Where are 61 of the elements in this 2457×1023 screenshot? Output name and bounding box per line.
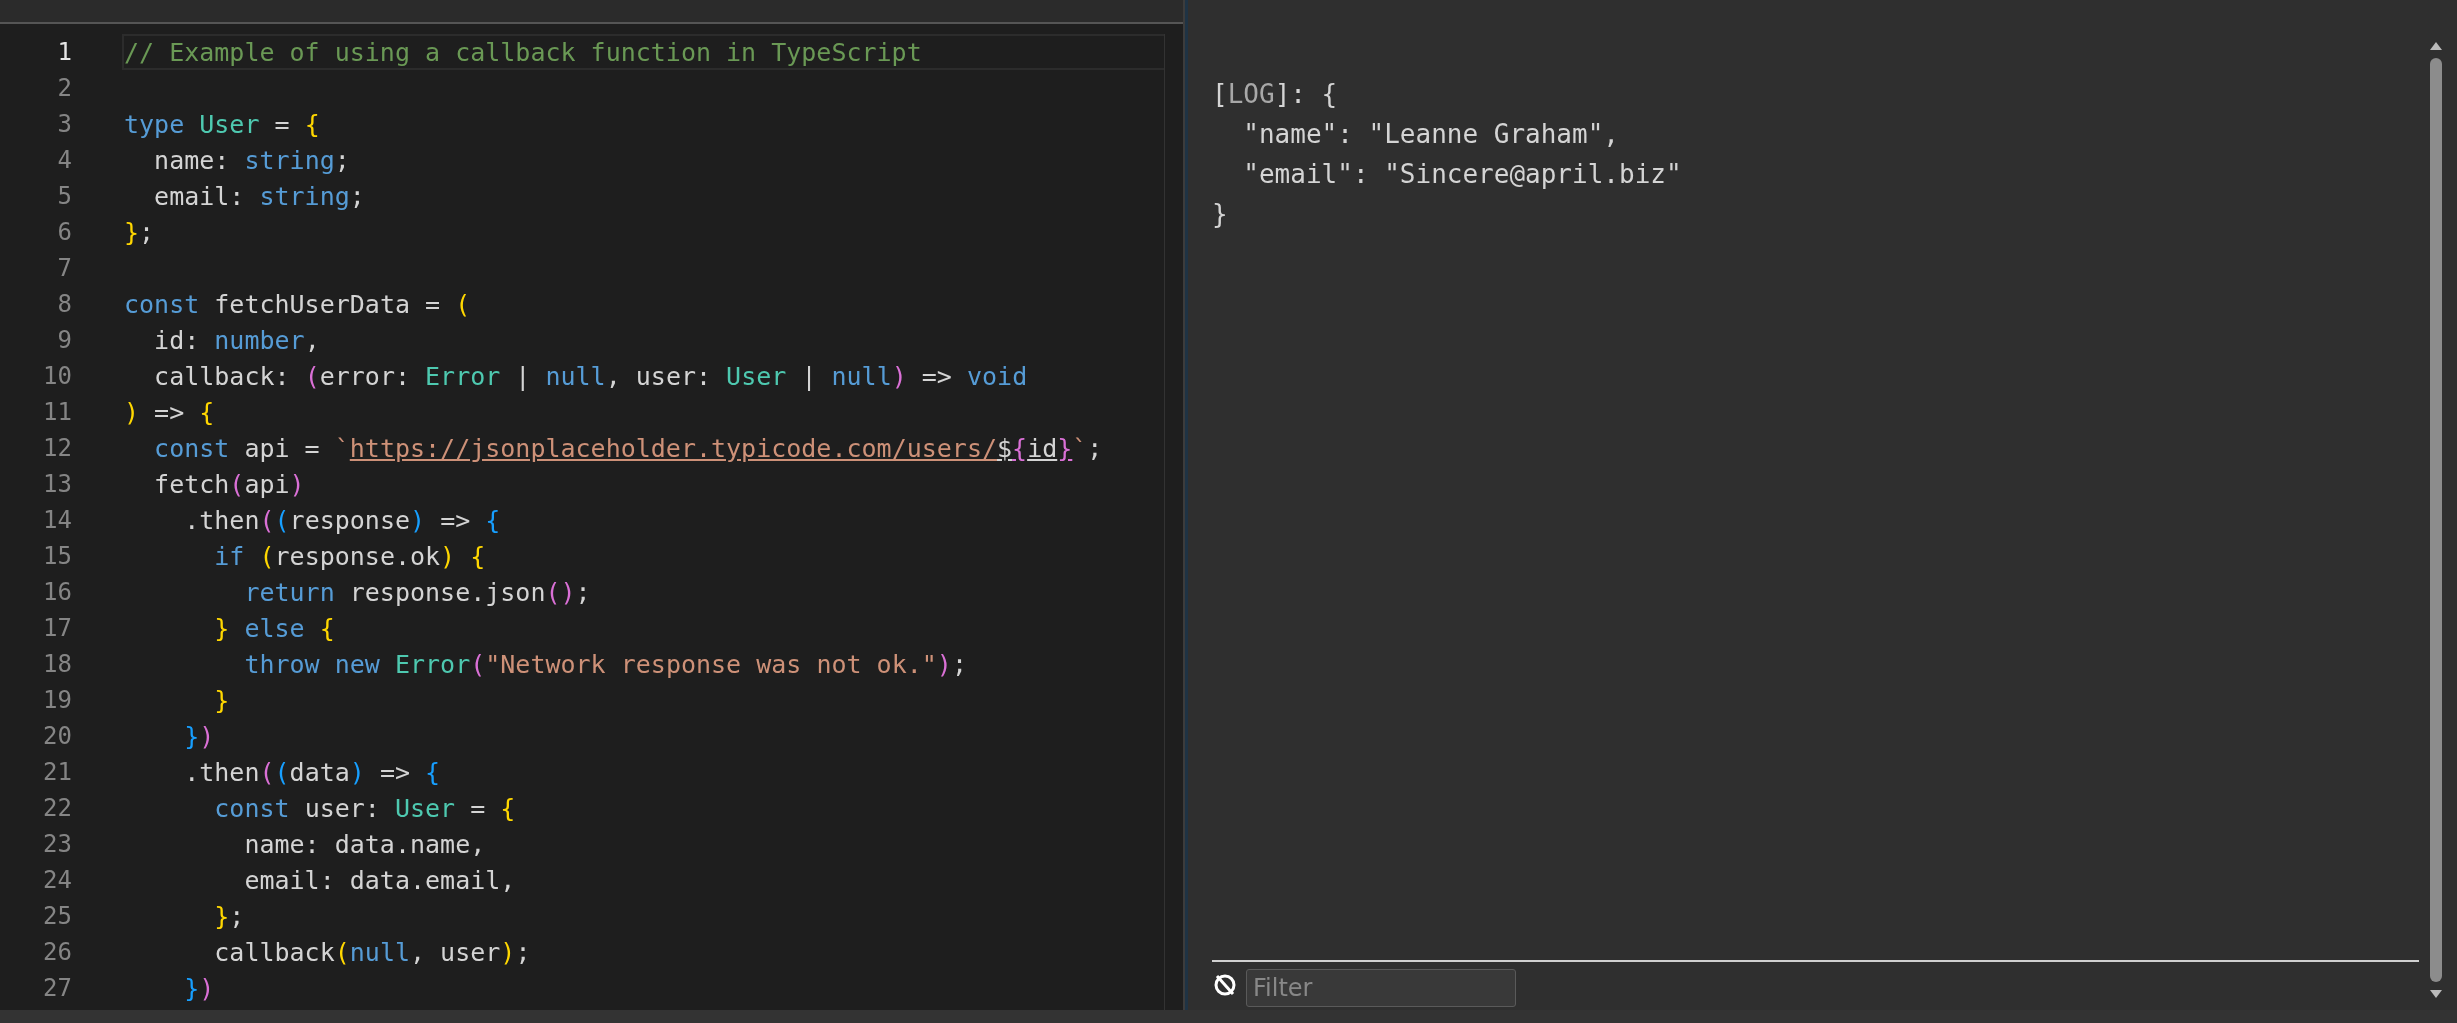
code-line: const fetchUserData = ( [123, 288, 472, 321]
log-line: [LOG]: { [1212, 78, 1339, 111]
line-number: 2 [56, 74, 72, 102]
line-number: 26 [42, 938, 72, 966]
line-number: 21 [42, 758, 72, 786]
code-line: const user: User = { [213, 792, 517, 825]
log-line: } [1212, 198, 1229, 231]
line-number: 7 [56, 254, 72, 282]
line-number: 17 [42, 614, 72, 642]
line-number: 27 [42, 974, 72, 1002]
code-line: name: string; [153, 144, 351, 177]
code-line: } [213, 684, 231, 717]
line-number: 10 [42, 362, 72, 390]
code-line: ) => { [123, 396, 216, 429]
code-line: throw new Error("Network response was not ok."); [243, 648, 968, 681]
line-number: 12 [42, 434, 72, 462]
line-number: 15 [42, 542, 72, 570]
line-number: 23 [42, 830, 72, 858]
filter-field[interactable]: Filter [1246, 969, 1516, 1007]
line-number: 20 [42, 722, 72, 750]
code-line: const api = `https://jsonplaceholder.typicode.com/users/${id}`; [153, 432, 1104, 465]
line-number: 3 [56, 110, 72, 138]
code-line: // Example of using a callback function in TypeScript [122, 34, 1164, 70]
line-number: 9 [56, 326, 72, 354]
code-line: return response.json(); [243, 576, 592, 609]
code-line: type User = { [123, 108, 321, 141]
code-line: callback: (error: Error | null, user: User | null) => void [153, 360, 1029, 393]
code-line: .then((response) => { [183, 504, 502, 537]
line-number: 19 [42, 686, 72, 714]
code-line: id: number, [153, 324, 321, 357]
log-line: "email": "Sincere@april.biz" [1242, 158, 1683, 191]
code-line: if (response.ok) { [213, 540, 487, 573]
clear-filter-icon[interactable] [1212, 972, 1238, 998]
code-line: } else { [213, 612, 336, 645]
scroll-down-arrow-icon[interactable] [2428, 988, 2444, 1000]
code-line: email: data.email, [243, 864, 517, 897]
code-line: name: data.name, [243, 828, 487, 861]
code-line: }; [213, 900, 246, 933]
line-number: 8 [56, 290, 72, 318]
line-number: 24 [42, 866, 72, 894]
line-number: 16 [42, 578, 72, 606]
line-number: 18 [42, 650, 72, 678]
line-number: 22 [42, 794, 72, 822]
scrollbar-thumb[interactable] [2430, 58, 2442, 982]
line-number: 14 [42, 506, 72, 534]
line-number: 6 [56, 218, 72, 246]
line-number: 4 [56, 146, 72, 174]
code-line: }; [123, 216, 156, 249]
code-line: }) [183, 972, 216, 1005]
code-line: email: string; [153, 180, 366, 213]
code-line: .then((data) => { [183, 756, 442, 789]
line-number: 25 [42, 902, 72, 930]
line-number: 1 [56, 38, 72, 66]
line-number: 11 [42, 398, 72, 426]
scroll-up-arrow-icon[interactable] [2428, 40, 2444, 52]
code-line: }) [183, 720, 216, 753]
line-number: 13 [42, 470, 72, 498]
code-line: fetch(api) [153, 468, 306, 501]
code-line: callback(null, user); [213, 936, 532, 969]
log-line: "name": "Leanne Graham", [1242, 118, 1620, 151]
line-number: 5 [56, 182, 72, 210]
